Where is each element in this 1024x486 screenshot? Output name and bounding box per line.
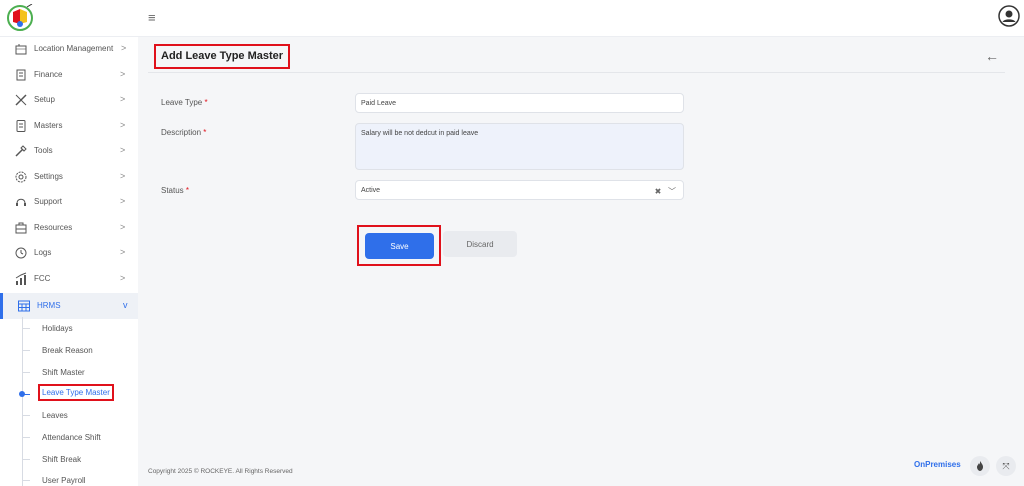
discard-button[interactable]: Discard (443, 231, 517, 257)
sidebar-item-hrms[interactable]: HRMS v (0, 293, 138, 319)
header-divider (148, 72, 1005, 73)
submenu-item-shift-break[interactable]: Shift Break (42, 455, 81, 464)
sidebar-item-resources[interactable]: Resources > (0, 217, 138, 239)
leave-type-label-text: Leave Type (161, 98, 203, 107)
description-label: Description * (161, 128, 206, 137)
submenu-guide-line (22, 317, 23, 486)
chevron-right-icon: > (120, 94, 126, 104)
app-logo[interactable] (6, 3, 34, 32)
sidebar-item-label: Finance (34, 70, 63, 79)
top-bar: ≡ (0, 0, 1024, 37)
chevron-right-icon: > (121, 43, 127, 53)
chevron-down-icon: v (123, 300, 128, 310)
finance-icon (16, 69, 26, 81)
logs-icon (15, 247, 27, 259)
masters-icon (16, 120, 26, 132)
submenu-item-attendance-shift[interactable]: Attendance Shift (42, 433, 101, 442)
sidebar-item-label: HRMS (37, 301, 61, 310)
sidebar-item-setup[interactable]: Setup > (0, 89, 138, 111)
description-label-text: Description (161, 128, 202, 137)
chevron-right-icon: > (120, 171, 126, 181)
sidebar: Location Management > Finance > Setup > … (0, 37, 138, 486)
leave-type-label: Leave Type * (161, 98, 208, 107)
submenu-item-user-payroll[interactable]: User Payroll (42, 476, 86, 485)
status-selected-value: Active (361, 187, 381, 194)
setup-icon (15, 94, 27, 106)
sidebar-item-label: Masters (34, 121, 63, 130)
select-controls: ✖ ﹀ (655, 186, 676, 197)
required-marker: * (203, 128, 207, 137)
chevron-right-icon: > (120, 222, 126, 232)
settings-icon (15, 171, 27, 183)
tools-icon (15, 145, 27, 157)
sidebar-item-logs[interactable]: Logs > (0, 242, 138, 264)
sidebar-item-label: Setup (34, 95, 55, 104)
save-button[interactable]: Save (365, 233, 434, 259)
save-button-highlight: Save (357, 225, 441, 266)
submenu-item-leaves[interactable]: Leaves (42, 411, 68, 420)
footer-copyright: Copyright 2025 © ROCKEYE. All Rights Res… (148, 468, 293, 475)
chevron-right-icon: > (120, 120, 126, 130)
location-icon (15, 44, 27, 55)
clear-icon[interactable]: ✖ (655, 187, 662, 196)
status-label-text: Status (161, 186, 184, 195)
sidebar-item-fcc[interactable]: FCC > (0, 268, 138, 290)
chevron-right-icon: > (120, 273, 126, 283)
sidebar-item-label: FCC (34, 274, 51, 283)
submenu-tick (22, 394, 30, 395)
sidebar-item-label: Support (34, 197, 63, 206)
submenu-item-break-reason[interactable]: Break Reason (42, 346, 93, 355)
sidebar-item-label: Settings (34, 172, 63, 181)
description-textarea[interactable]: Salary will be not dedcut in paid leave (355, 123, 684, 170)
submenu-item-leave-type-master[interactable]: Leave Type Master (38, 384, 114, 401)
chevron-right-icon: > (120, 247, 126, 257)
hrms-icon (18, 300, 30, 312)
resources-icon (15, 222, 27, 234)
submenu-tick (22, 437, 30, 438)
back-arrow-icon[interactable]: ← (985, 48, 999, 64)
required-marker: * (185, 186, 190, 195)
sidebar-item-tools[interactable]: Tools > (0, 140, 138, 162)
user-avatar[interactable] (998, 5, 1020, 27)
status-select[interactable]: Active ✖ ﹀ (355, 180, 684, 200)
support-icon (16, 198, 26, 206)
submenu-item-shift-master[interactable]: Shift Master (42, 368, 85, 377)
chevron-right-icon: > (120, 196, 126, 206)
fcc-icon (15, 272, 27, 285)
submenu-tick (22, 480, 30, 481)
sidebar-item-label: Tools (34, 146, 53, 155)
sidebar-item-support[interactable]: Support > (0, 191, 138, 213)
chevron-down-icon[interactable]: ﹀ (668, 187, 676, 196)
sidebar-item-masters[interactable]: Masters > (0, 115, 138, 137)
submenu-tick (22, 372, 30, 373)
chevron-right-icon: > (120, 145, 126, 155)
submenu-tick (22, 350, 30, 351)
submenu-tick (22, 415, 30, 416)
fullscreen-icon[interactable]: ⤧ (996, 456, 1016, 476)
sidebar-item-label: Logs (34, 248, 52, 257)
submenu-item-holidays[interactable]: Holidays (42, 324, 73, 333)
sidebar-item-label: Location Management (34, 44, 114, 53)
submenu-tick (22, 459, 30, 460)
sidebar-item-location-management[interactable]: Location Management > (0, 38, 138, 60)
page-title: Add Leave Type Master (154, 44, 291, 69)
leave-type-input[interactable]: Paid Leave (355, 93, 684, 113)
sidebar-item-label: Resources (34, 223, 73, 232)
chevron-right-icon: > (120, 69, 126, 79)
sidebar-item-finance[interactable]: Finance > (0, 64, 138, 86)
required-marker: * (204, 98, 208, 107)
deployment-mode-label: OnPremises (914, 460, 961, 469)
sidebar-item-settings[interactable]: Settings > (0, 166, 138, 188)
status-label: Status * (161, 186, 189, 195)
hamburger-menu-icon[interactable]: ≡ (148, 11, 160, 25)
flame-icon[interactable] (970, 456, 990, 476)
submenu-tick (22, 328, 30, 329)
